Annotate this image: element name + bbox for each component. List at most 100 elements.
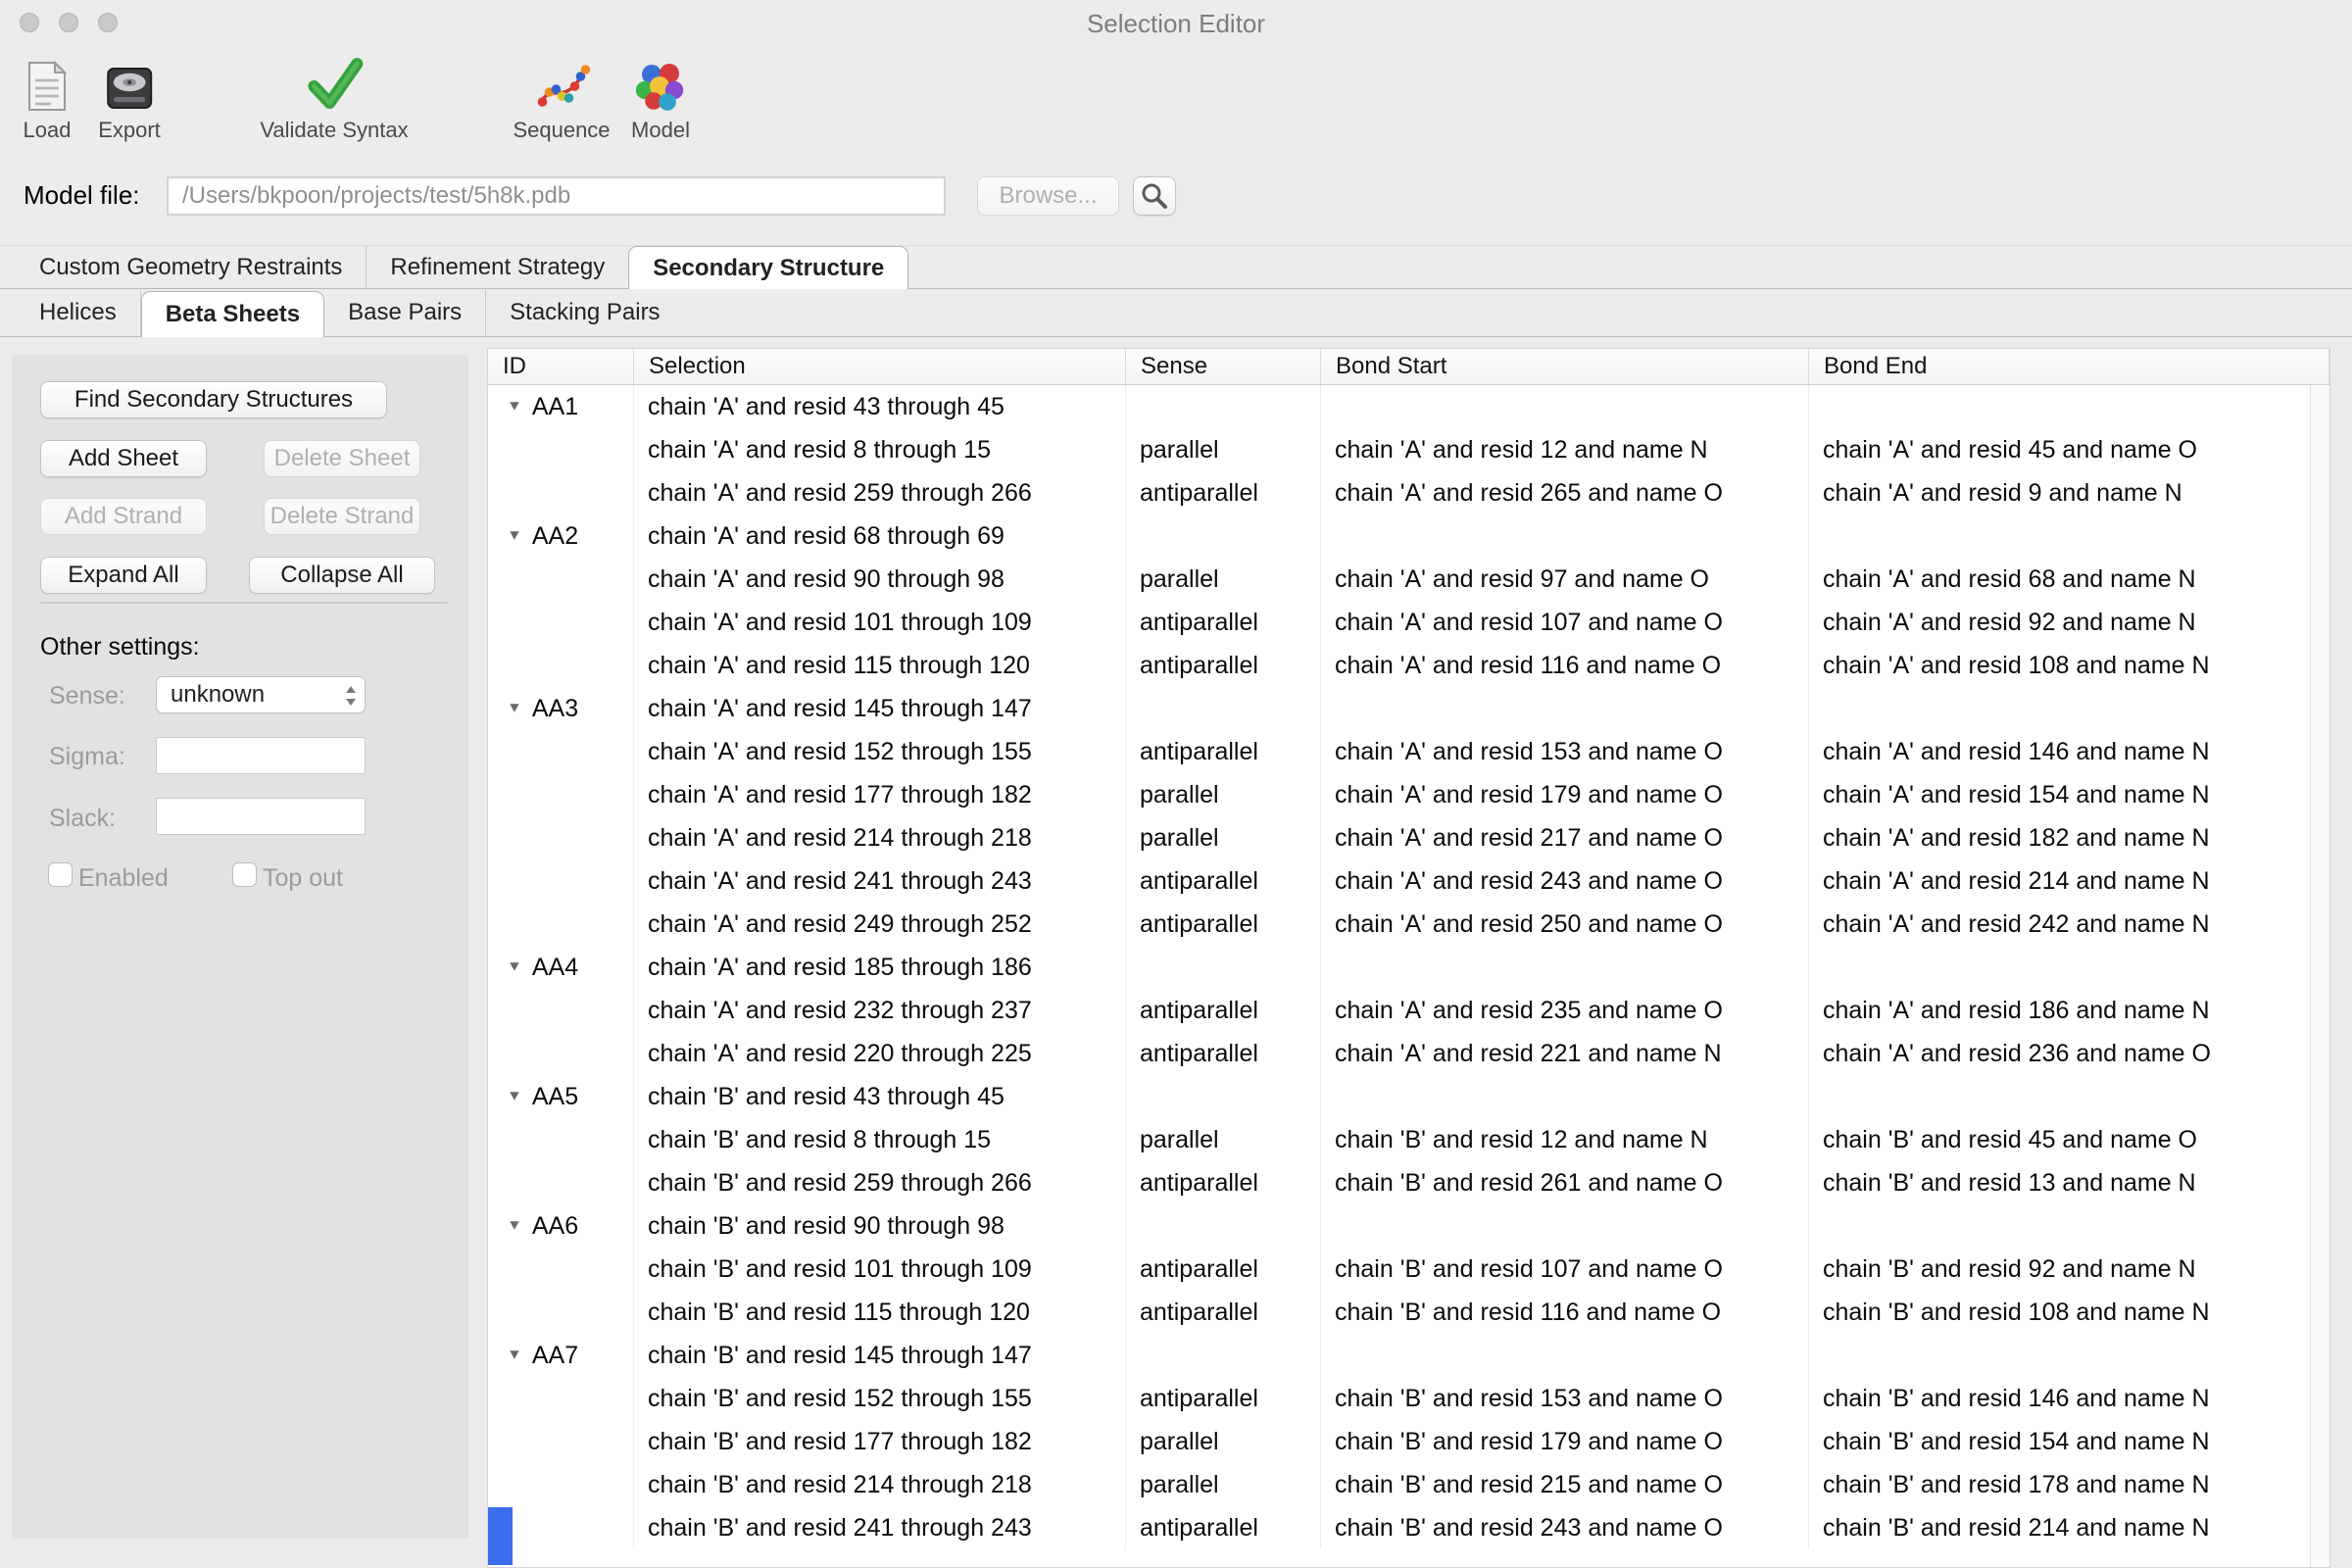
id-cell: ▼AA5: [488, 1075, 634, 1118]
table-row[interactable]: chain 'A' and resid 259 through 266antip…: [488, 471, 2329, 514]
bond-start-cell: chain 'B' and resid 261 and name O: [1321, 1161, 1809, 1204]
browse-button[interactable]: Browse...: [977, 176, 1119, 216]
table-row[interactable]: chain 'B' and resid 177 through 182paral…: [488, 1420, 2329, 1463]
tab-custom-geometry-restraints[interactable]: Custom Geometry Restraints: [16, 246, 367, 288]
toolbar-item-export[interactable]: Export: [98, 49, 161, 143]
toolbar-item-sequence[interactable]: Sequence: [513, 49, 610, 143]
table-row[interactable]: chain 'B' and resid 8 through 15parallel…: [488, 1118, 2329, 1161]
id-cell: ▼AA3: [488, 687, 634, 730]
column-header-sense[interactable]: Sense: [1126, 349, 1321, 384]
selection-cell: chain 'A' and resid 249 through 252: [634, 903, 1126, 946]
column-header-bond-end[interactable]: Bond End: [1809, 349, 2329, 384]
enabled-checkbox[interactable]: [48, 862, 73, 887]
table-row[interactable]: chain 'B' and resid 152 through 155antip…: [488, 1377, 2329, 1420]
table-row[interactable]: ▼AA1chain 'A' and resid 43 through 45: [488, 385, 2329, 428]
disclosure-triangle-icon[interactable]: ▼: [507, 948, 522, 987]
id-cell: [488, 558, 634, 601]
selection-cell: chain 'A' and resid 8 through 15: [634, 428, 1126, 471]
sense-cell: antiparallel: [1126, 1506, 1321, 1549]
column-header-bond-start[interactable]: Bond Start: [1321, 349, 1809, 384]
subtab-stacking-pairs[interactable]: Stacking Pairs: [486, 290, 683, 336]
table-row[interactable]: chain 'A' and resid 232 through 237antip…: [488, 989, 2329, 1032]
close-button[interactable]: [20, 13, 39, 32]
delete-strand-button[interactable]: Delete Strand: [264, 498, 420, 535]
bond-start-cell: chain 'A' and resid 265 and name O: [1321, 471, 1809, 514]
id-cell: ▼AA1: [488, 385, 634, 428]
model-file-input[interactable]: [167, 176, 946, 216]
collapse-all-button[interactable]: Collapse All: [249, 557, 435, 594]
model-file-row: Model file: Browse...: [0, 174, 2352, 220]
sense-cell: parallel: [1126, 558, 1321, 601]
table-row[interactable]: chain 'A' and resid 152 through 155antip…: [488, 730, 2329, 773]
delete-sheet-button[interactable]: Delete Sheet: [264, 440, 420, 477]
sense-value: unknown: [171, 681, 265, 709]
sense-cell: [1126, 687, 1321, 730]
tab-refinement-strategy[interactable]: Refinement Strategy: [367, 246, 628, 288]
disclosure-triangle-icon[interactable]: ▼: [507, 387, 522, 426]
table-row[interactable]: ▼AA4chain 'A' and resid 185 through 186: [488, 946, 2329, 989]
table-row[interactable]: chain 'A' and resid 8 through 15parallel…: [488, 428, 2329, 471]
toolbar-item-validate-syntax[interactable]: Validate Syntax: [260, 49, 408, 143]
zoom-button[interactable]: [98, 13, 118, 32]
find-secondary-structures-button[interactable]: Find Secondary Structures: [40, 381, 387, 418]
disclosure-triangle-icon[interactable]: ▼: [507, 516, 522, 556]
search-button[interactable]: [1133, 176, 1176, 216]
selection-cell: chain 'B' and resid 259 through 266: [634, 1161, 1126, 1204]
sigma-field[interactable]: [156, 737, 366, 774]
table-row[interactable]: chain 'A' and resid 177 through 182paral…: [488, 773, 2329, 816]
bond-end-cell: [1809, 1075, 2329, 1118]
selection-cell: chain 'A' and resid 214 through 218: [634, 816, 1126, 859]
bond-start-cell: [1321, 1334, 1809, 1377]
disclosure-triangle-icon[interactable]: ▼: [507, 1206, 522, 1246]
id-cell: [488, 1377, 634, 1420]
bond-start-cell: [1321, 1204, 1809, 1248]
table-row[interactable]: chain 'A' and resid 214 through 218paral…: [488, 816, 2329, 859]
sense-cell: antiparallel: [1126, 730, 1321, 773]
top-out-checkbox[interactable]: [232, 862, 257, 887]
column-header-id[interactable]: ID: [488, 349, 634, 384]
table-row[interactable]: chain 'A' and resid 115 through 120antip…: [488, 644, 2329, 687]
id-cell: ▼AA6: [488, 1204, 634, 1248]
disclosure-triangle-icon[interactable]: ▼: [507, 1336, 522, 1375]
table-row[interactable]: chain 'A' and resid 220 through 225antip…: [488, 1032, 2329, 1075]
disclosure-triangle-icon[interactable]: ▼: [507, 689, 522, 728]
toolbar-item-model[interactable]: Model: [631, 49, 690, 143]
table-row[interactable]: ▼AA3chain 'A' and resid 145 through 147: [488, 687, 2329, 730]
add-sheet-button[interactable]: Add Sheet: [40, 440, 207, 477]
sense-dropdown[interactable]: unknown: [156, 676, 366, 713]
table-row[interactable]: ▼AA6chain 'B' and resid 90 through 98: [488, 1204, 2329, 1248]
add-strand-button[interactable]: Add Strand: [40, 498, 207, 535]
slack-field[interactable]: [156, 798, 366, 835]
subtab-beta-sheets[interactable]: Beta Sheets: [141, 291, 324, 337]
toolbar-item-load[interactable]: Load: [22, 49, 73, 143]
table-row[interactable]: chain 'A' and resid 90 through 98paralle…: [488, 558, 2329, 601]
id-cell: ▼AA2: [488, 514, 634, 558]
column-header-selection[interactable]: Selection: [634, 349, 1126, 384]
table-row[interactable]: chain 'A' and resid 101 through 109antip…: [488, 601, 2329, 644]
bond-start-cell: [1321, 687, 1809, 730]
sequence-strand-icon: [532, 49, 591, 114]
id-cell: ▼ AA4: [488, 946, 634, 989]
table-row[interactable]: chain 'B' and resid 241 through 243antip…: [488, 1506, 2329, 1549]
bond-end-cell: [1809, 946, 2329, 989]
table-row[interactable]: chain 'B' and resid 214 through 218paral…: [488, 1463, 2329, 1506]
tab-secondary-structure[interactable]: Secondary Structure: [628, 246, 908, 289]
table-row[interactable]: ▼AA2chain 'A' and resid 68 through 69: [488, 514, 2329, 558]
table-row[interactable]: chain 'A' and resid 249 through 252antip…: [488, 903, 2329, 946]
disclosure-triangle-icon[interactable]: ▼: [507, 1077, 522, 1116]
subtab-helices[interactable]: Helices: [16, 290, 141, 336]
minimize-button[interactable]: [59, 13, 78, 32]
expand-all-button[interactable]: Expand All: [40, 557, 207, 594]
sheet-id: AA4: [532, 946, 578, 989]
bond-end-cell: chain 'B' and resid 214 and name N: [1809, 1506, 2329, 1549]
table-row[interactable]: chain 'B' and resid 115 through 120antip…: [488, 1291, 2329, 1334]
sense-cell: parallel: [1126, 428, 1321, 471]
subtab-base-pairs[interactable]: Base Pairs: [324, 290, 486, 336]
table-row[interactable]: ▼AA5chain 'B' and resid 43 through 45: [488, 1075, 2329, 1118]
sense-cell: parallel: [1126, 816, 1321, 859]
table-row[interactable]: ▼AA7chain 'B' and resid 145 through 147: [488, 1334, 2329, 1377]
vertical-scrollbar[interactable]: [2310, 385, 2329, 1567]
table-row[interactable]: chain 'A' and resid 241 through 243antip…: [488, 859, 2329, 903]
table-row[interactable]: chain 'B' and resid 259 through 266antip…: [488, 1161, 2329, 1204]
table-row[interactable]: chain 'B' and resid 101 through 109antip…: [488, 1248, 2329, 1291]
